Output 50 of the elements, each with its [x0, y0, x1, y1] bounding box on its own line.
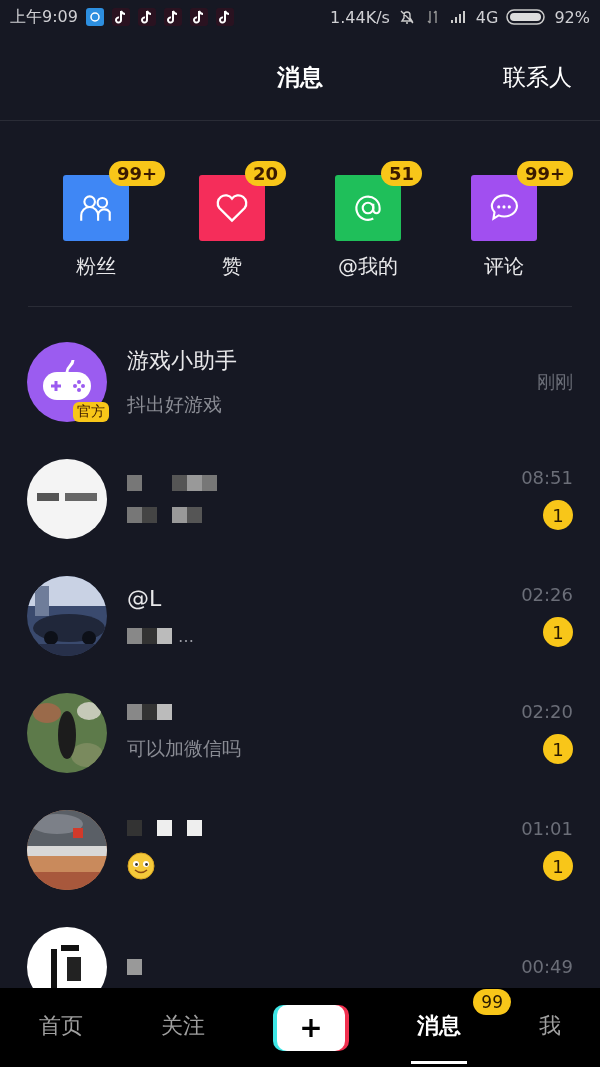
message-time: 刚刚 [537, 369, 573, 394]
message-time: 00:49 [521, 956, 573, 977]
smiley-icon [127, 851, 155, 880]
unread-badge: 1 [543, 500, 573, 530]
tab-badge: 99 [473, 989, 511, 1015]
ellipsis: … [178, 626, 194, 646]
music-note-icon [111, 8, 130, 26]
conversation-name: @L [127, 585, 163, 611]
music-note-icon [163, 8, 182, 26]
music-note-icon [189, 8, 208, 26]
contacts-link[interactable]: 联系人 [503, 61, 572, 93]
gamepad-avatar-icon [27, 341, 107, 422]
status-time: 上午9:09 [10, 6, 78, 28]
conversation-item[interactable]: @L … 02:26 1 [0, 557, 600, 674]
unread-badge: 1 [543, 851, 573, 881]
nav-tab[interactable]: 首页 [33, 991, 89, 1064]
conversation-name: 游戏小助手 [127, 346, 238, 375]
conversation-item[interactable]: 可以加微信吗 02:20 1 [0, 674, 600, 791]
count-badge: 99+ [517, 161, 574, 186]
shortcut-label: 赞 [222, 253, 242, 280]
network-type: 4G [475, 7, 499, 27]
music-note-icon [215, 8, 234, 26]
nav-tab[interactable]: 我 [533, 991, 567, 1064]
signal-icon [449, 8, 468, 26]
music-note-icon [137, 8, 156, 26]
unread-badge: 1 [543, 734, 573, 764]
count-badge: 20 [245, 161, 287, 186]
shortcut-label: 粉丝 [76, 253, 116, 280]
message-preview: 可以加微信吗 [127, 735, 242, 761]
battery-icon [506, 8, 547, 26]
message-time: 02:20 [521, 701, 573, 722]
message-time: 01:01 [521, 818, 573, 839]
app-notification-icon [85, 8, 104, 26]
message-preview: 抖出好游戏 [127, 391, 223, 417]
message-time: 08:51 [521, 467, 573, 488]
battery-percent: 92% [554, 7, 590, 27]
conversation-item[interactable]: 官方 游戏小助手 抖出好游戏 刚刚 [0, 323, 600, 440]
conversation-item[interactable]: 08:51 1 [0, 440, 600, 557]
page-title: 消息 [277, 62, 323, 92]
message-time: 02:26 [521, 584, 573, 605]
network-speed: 1.44K/s [330, 7, 390, 27]
conversation-item[interactable]: 01:01 1 [0, 791, 600, 908]
official-badge: 官方 [73, 401, 109, 422]
nav-tab[interactable]: 关注 [155, 991, 211, 1064]
shortcut-label: 评论 [484, 253, 524, 280]
unread-badge: 1 [543, 617, 573, 647]
shortcut-label: @我的 [338, 253, 398, 280]
count-badge: 99+ [109, 161, 166, 186]
pixelated-message-drawing [127, 628, 172, 644]
count-badge: 51 [381, 161, 423, 186]
